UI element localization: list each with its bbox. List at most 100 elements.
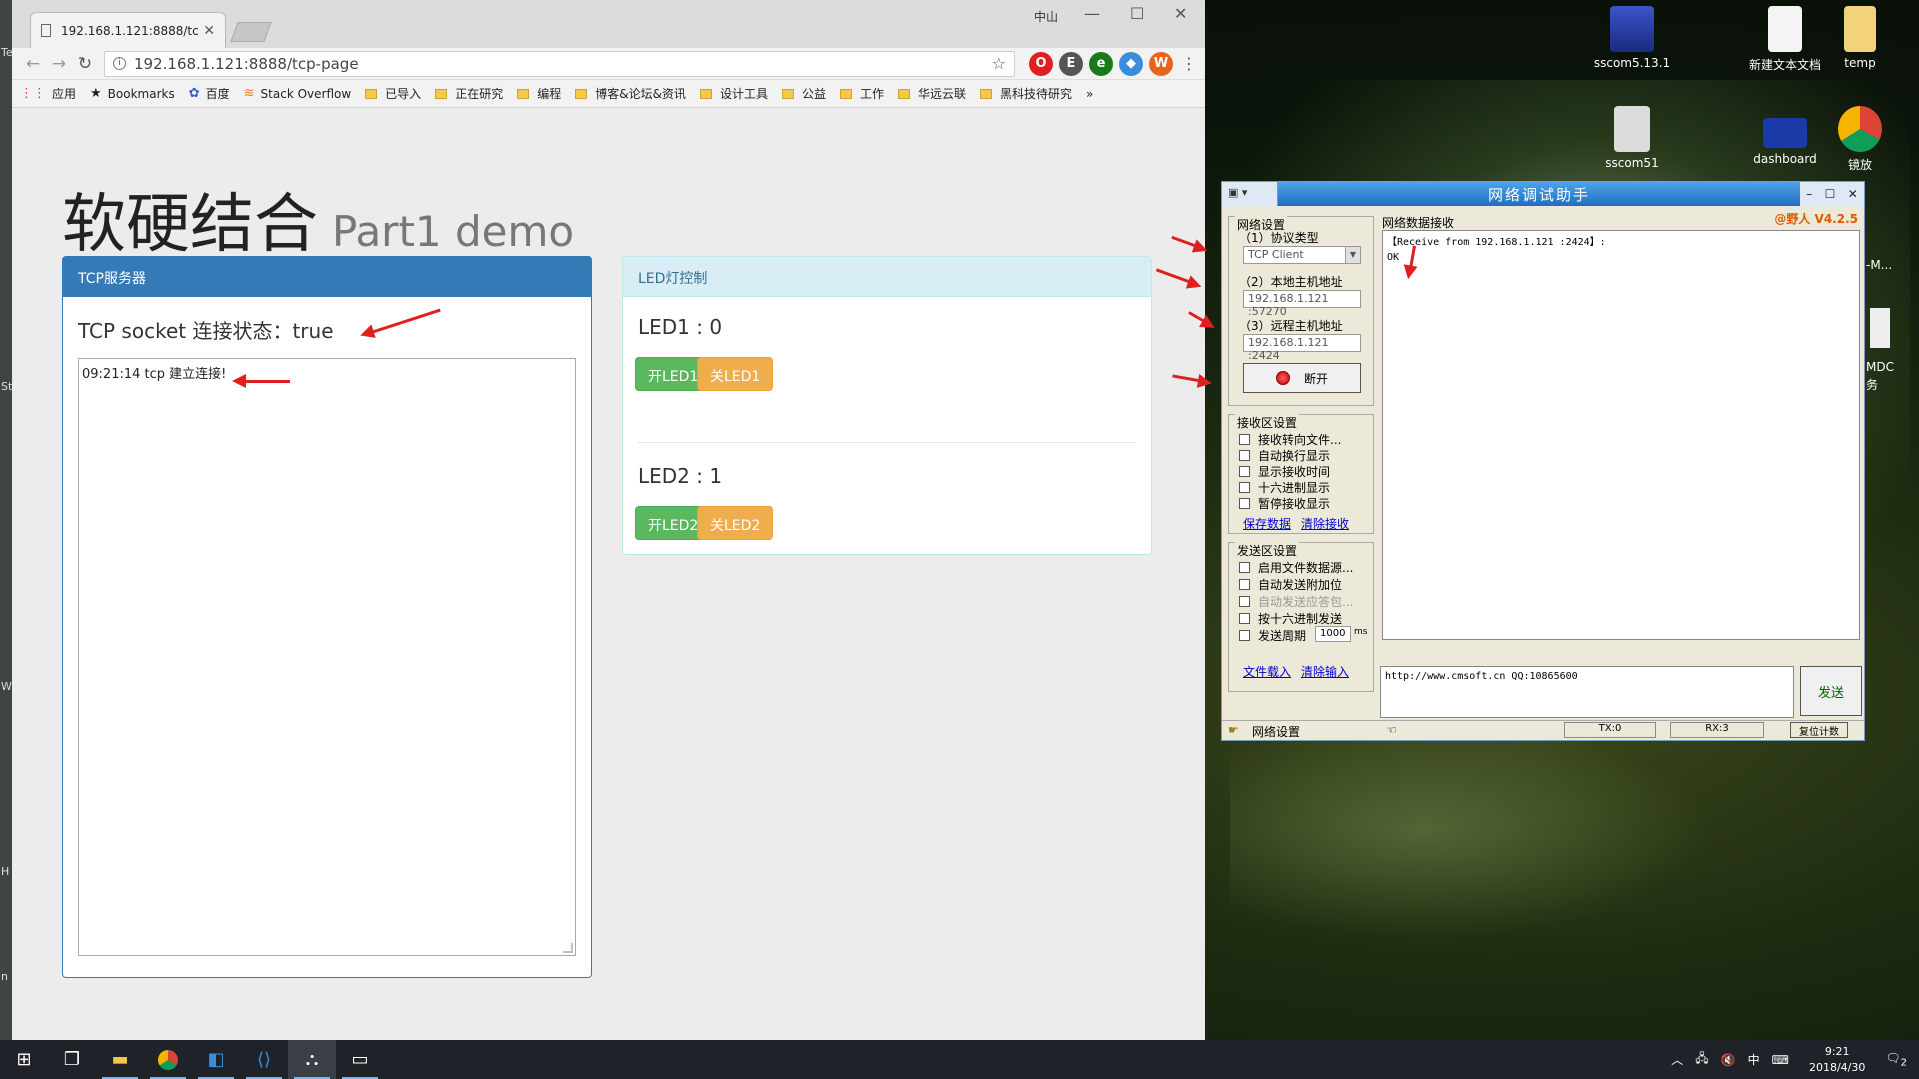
bookmark-folder[interactable]: 博客&论坛&资讯 [575, 85, 686, 102]
system-menu[interactable]: ▣ ▾ [1222, 182, 1278, 206]
period-input[interactable]: 1000 [1315, 626, 1351, 642]
bookmark-star-icon[interactable]: ☆ [992, 54, 1006, 73]
opera-extension-icon[interactable]: O [1029, 51, 1053, 76]
minimize-button[interactable]: — [1084, 4, 1100, 23]
bookmark-folder[interactable]: 编程 [517, 85, 561, 102]
led2-status: LED2 : 1 [638, 464, 723, 488]
protocol-select[interactable]: TCP Client ▼ [1243, 246, 1361, 264]
bookmark-label: 正在研究 [455, 87, 504, 101]
chevron-down-icon: ▼ [1345, 247, 1360, 263]
bookmark-folder[interactable]: 黑科技待研究 [980, 85, 1072, 102]
bookmark-bookmarks[interactable]: ★ Bookmarks [90, 86, 175, 101]
desktop-icon-sscom513[interactable]: sscom5.13.1 [1587, 6, 1677, 70]
load-file-link[interactable]: 文件载入 [1243, 663, 1291, 680]
checkbox-label: 自动换行显示 [1258, 449, 1331, 463]
show-time-checkbox[interactable]: 显示接收时间 [1239, 463, 1330, 480]
desktop-icon-temp[interactable]: temp [1815, 6, 1905, 70]
auto-reply-checkbox[interactable]: 自动发送应答包... [1239, 593, 1353, 610]
close-icon[interactable]: ✕ [1848, 187, 1858, 201]
send-textarea[interactable]: http://www.cmsoft.cn QQ:10865600 [1380, 666, 1794, 718]
bookmark-label: 黑科技待研究 [1000, 87, 1073, 101]
bookmark-baidu[interactable]: ✿ 百度 [189, 85, 230, 102]
maximize-icon[interactable]: ☐ [1825, 187, 1836, 201]
checkbox-icon [1239, 613, 1250, 624]
window-title: 网络调试助手 [1487, 185, 1590, 204]
clock[interactable]: 9:21 2018/4/30 [1809, 1044, 1865, 1076]
bookmark-folder[interactable]: 设计工具 [699, 85, 768, 102]
title-text: 软硬结合 [62, 188, 318, 262]
outlook-icon[interactable]: ◧ [192, 1040, 240, 1079]
evernote-extension-icon[interactable]: E [1059, 51, 1083, 76]
more-menu-icon[interactable]: ⋮ [1181, 54, 1197, 73]
network-app-icon[interactable]: ⛬ [288, 1040, 336, 1079]
address-bar[interactable]: i 192.168.1.121:8888/tcp-page ☆ [104, 50, 1015, 77]
terminal-icon[interactable]: ▭ [336, 1040, 384, 1079]
recv-to-file-checkbox[interactable]: 接收转向文件... [1239, 431, 1341, 448]
led2-off-button[interactable]: 关LED2 [697, 506, 774, 540]
input-mode-icon[interactable]: ⌨ [1772, 1053, 1789, 1067]
file-explorer-icon[interactable]: ▬ [96, 1040, 144, 1079]
checkbox-label: 自动发送应答包... [1258, 595, 1354, 609]
save-data-link[interactable]: 保存数据 [1243, 515, 1291, 532]
new-tab-button[interactable] [230, 22, 272, 42]
bookmark-folder[interactable]: 工作 [839, 85, 884, 102]
desktop-icon-chrome[interactable]: 镜放 [1815, 106, 1905, 173]
tcp-server-panel: TCP服务器 TCP socket 连接状态：true 09:21:14 tcp… [62, 256, 592, 978]
e-extension-icon[interactable]: e [1089, 51, 1113, 76]
bookmarks-overflow[interactable]: » [1086, 87, 1093, 101]
resize-grip[interactable] [563, 943, 573, 953]
led1-off-button[interactable]: 关LED1 [697, 357, 774, 391]
text-file-icon [1768, 6, 1802, 52]
net-assistant-window: ▣ ▾ 网络调试助手 – ☐ ✕ @野人 V4.2.5 网络设置 （1）协议类型… [1221, 181, 1865, 741]
start-windows-icon[interactable]: ⊞ [0, 1040, 48, 1079]
hex-send-checkbox[interactable]: 按十六进制发送 [1239, 610, 1342, 627]
bookmark-folder[interactable]: 华远云联 [897, 85, 966, 102]
remote-label: （3）远程主机地址 [1239, 319, 1343, 333]
send-button[interactable]: 发送 [1800, 666, 1862, 716]
append-bit-checkbox[interactable]: 自动发送附加位 [1239, 576, 1342, 593]
disconnect-button[interactable]: 断开 [1243, 363, 1361, 393]
show-hidden-icons-chevron-icon[interactable]: ︿ [1671, 1051, 1683, 1068]
back-icon[interactable]: ← [20, 54, 46, 74]
receive-textarea[interactable]: 【Receive from 192.168.1.121 :2424】: OK [1382, 230, 1860, 640]
notification-center-icon[interactable]: 🗨2 [1885, 1051, 1907, 1068]
bookmark-folder[interactable]: 公益 [781, 85, 826, 102]
task-view-icon[interactable]: ❐ [48, 1040, 96, 1079]
log-textarea[interactable]: 09:21:14 tcp 建立连接! [78, 358, 576, 956]
desktop-icon-sscom51[interactable]: sscom51 [1587, 106, 1677, 170]
local-address-field[interactable]: 192.168.1.121 :57270 [1243, 290, 1361, 318]
volume-icon[interactable]: 🔇 [1721, 1053, 1736, 1067]
clear-input-link[interactable]: 清除输入 [1301, 663, 1349, 680]
shield-extension-icon[interactable]: ◆ [1119, 51, 1143, 76]
forward-icon[interactable]: → [46, 54, 72, 74]
reload-icon[interactable]: ↻ [72, 54, 98, 74]
vscode-icon[interactable]: ⟨⟩ [240, 1040, 288, 1079]
chrome-taskbar-icon[interactable] [144, 1040, 192, 1079]
browser-tab[interactable]: 192.168.1.121:8888/tc ✕ [30, 12, 226, 48]
bookmark-folder[interactable]: 正在研究 [435, 85, 503, 102]
pause-display-checkbox[interactable]: 暂停接收显示 [1239, 495, 1330, 512]
checkbox-icon [1239, 498, 1250, 509]
bookmark-apps[interactable]: ⋮⋮ 应用 [20, 85, 76, 102]
info-icon[interactable]: i [113, 57, 126, 70]
send-period-checkbox[interactable]: 发送周期 [1239, 627, 1306, 644]
profile-button[interactable]: 中山 [1034, 8, 1058, 25]
minimize-icon[interactable]: – [1806, 187, 1812, 201]
bookmark-stackoverflow[interactable]: ≋ Stack Overflow [244, 86, 352, 101]
auto-wrap-checkbox[interactable]: 自动换行显示 [1239, 447, 1330, 464]
close-tab-icon[interactable]: ✕ [203, 23, 215, 39]
app-icon: ▣ [1228, 186, 1239, 199]
weibo-extension-icon[interactable]: W [1149, 51, 1173, 76]
network-icon[interactable]: 🖧 [1695, 1049, 1708, 1070]
hex-display-checkbox[interactable]: 十六进制显示 [1239, 479, 1330, 496]
bookmark-folder[interactable]: 已导入 [365, 85, 421, 102]
file-source-checkbox[interactable]: 启用文件数据源... [1239, 559, 1353, 576]
maximize-button[interactable]: ☐ [1130, 4, 1144, 23]
remote-address-field[interactable]: 192.168.1.121 :2424 [1243, 334, 1361, 362]
reset-counter-button[interactable]: 复位计数 [1790, 722, 1848, 738]
close-window-button[interactable]: ✕ [1174, 4, 1187, 23]
clear-receive-link[interactable]: 清除接收 [1301, 515, 1349, 532]
circuit-board-icon [1763, 118, 1807, 148]
partial-text: Te [1, 46, 13, 59]
ime-indicator[interactable]: 中 [1748, 1051, 1760, 1068]
